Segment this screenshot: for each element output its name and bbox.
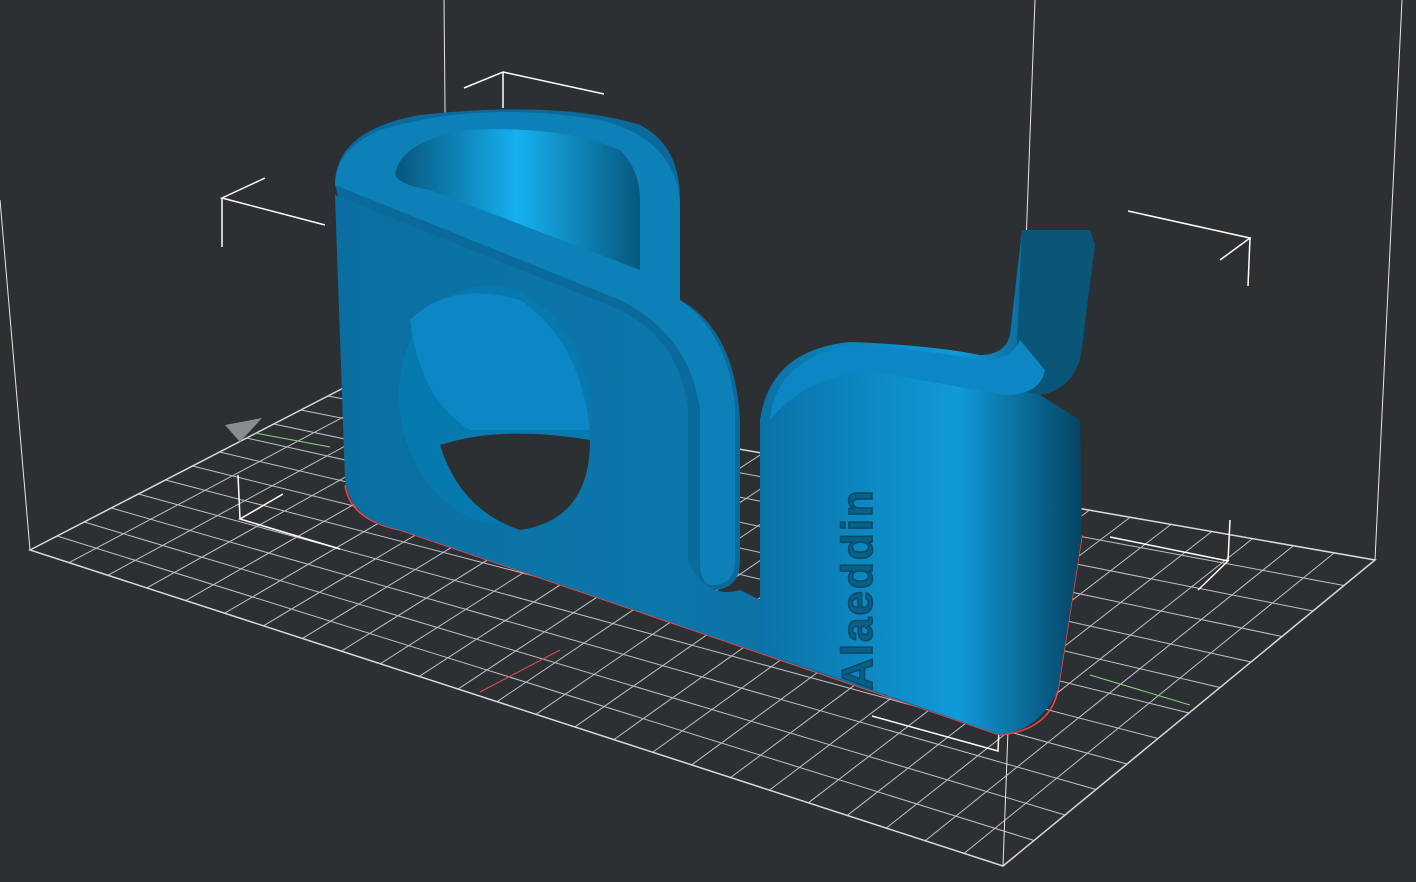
origin-marker-icon xyxy=(225,418,262,442)
y-axis-line xyxy=(254,432,331,448)
scene[interactable]: Alaeddin xyxy=(0,0,1416,882)
3d-model[interactable]: Alaeddin xyxy=(335,109,1095,736)
embossed-label: Alaeddin xyxy=(833,488,882,690)
3d-viewport[interactable]: Alaeddin xyxy=(0,0,1416,882)
